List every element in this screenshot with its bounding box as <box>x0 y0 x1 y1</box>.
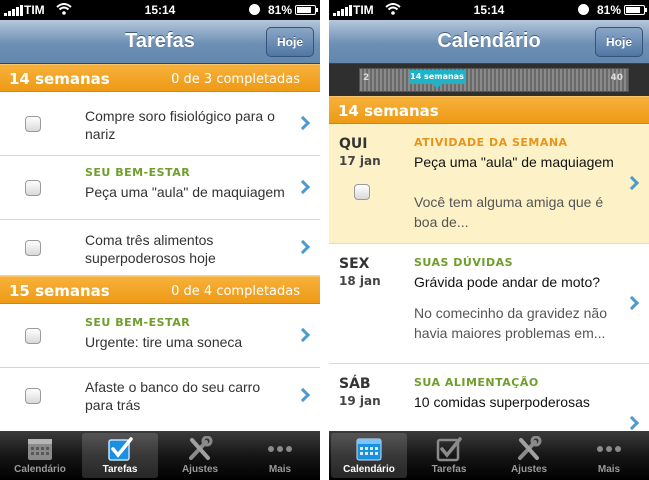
task-text: Urgente: tire uma soneca <box>85 334 243 350</box>
calendario-screen: TIM 15:14 81% Calendário Hoje 2 40 14 se… <box>329 0 649 480</box>
tab-ajustes[interactable]: Ajustes <box>162 433 238 478</box>
battery-percent: 81% <box>267 3 292 17</box>
checkbox-icon <box>435 436 463 462</box>
calendar-day-row[interactable]: SÁB 19 jan SUA ALIMENTAÇÃO 10 comidas su… <box>329 364 649 434</box>
day-category: SUA ALIMENTAÇÃO <box>414 376 539 389</box>
week-label: 14 semanas <box>338 102 439 120</box>
more-icon <box>595 436 623 462</box>
week-section-header: 14 semanas <box>329 96 649 124</box>
navigation-bar: Calendário Hoje <box>329 20 649 64</box>
day-title: 10 comidas superpoderosas <box>414 394 590 410</box>
tab-bar: Calendário Tarefas Ajustes Mais <box>329 431 649 480</box>
task-row[interactable]: Afaste o banco do seu carro para trás <box>0 368 320 428</box>
tools-icon <box>515 435 543 462</box>
day-title: Grávida pode andar de moto? <box>414 274 601 290</box>
day-date: 17 jan <box>339 154 381 168</box>
tab-label: Tarefas <box>102 464 138 475</box>
task-checkbox[interactable] <box>25 388 41 404</box>
calendar-icon <box>355 436 383 462</box>
tab-tarefas[interactable]: Tarefas <box>82 433 158 478</box>
tab-label: Ajustes <box>181 464 219 475</box>
chevron-right-icon <box>295 239 311 255</box>
day-weekday: QUI <box>339 136 368 152</box>
more-icon <box>266 436 294 462</box>
task-category: SEU BEM-ESTAR <box>85 166 191 179</box>
tab-tarefas[interactable]: Tarefas <box>411 433 487 478</box>
task-checkbox[interactable] <box>25 328 41 344</box>
tab-mais[interactable]: Mais <box>571 433 647 478</box>
chevron-right-icon <box>624 175 640 191</box>
day-category: SUAS DÚVIDAS <box>414 256 514 269</box>
week-timeline[interactable]: 2 40 14 semanas <box>329 64 649 96</box>
status-bar: TIM 15:14 81% <box>329 0 649 20</box>
tab-label: Tarefas <box>431 464 467 475</box>
tab-bar: Calendário Tarefas Ajustes Mais <box>0 431 320 480</box>
day-description: Você tem alguma amiga que é boa de... <box>414 194 604 230</box>
completion-count: 0 de 4 completadas <box>171 284 300 299</box>
task-text: Coma três alimentos superpoderosos hoje <box>85 232 216 266</box>
today-button[interactable]: Hoje <box>266 27 314 57</box>
week-label: 14 semanas <box>9 70 110 88</box>
navigation-bar: Tarefas Hoje <box>0 20 320 64</box>
day-date: 19 jan <box>339 394 381 408</box>
tab-label: Mais <box>597 464 621 475</box>
calendar-icon <box>26 436 54 462</box>
timeline-current-marker[interactable]: 14 semanas <box>409 70 465 89</box>
calendar-day-row[interactable]: QUI 17 jan ATIVIDADE DA SEMANA Peça uma … <box>329 124 649 244</box>
tarefas-screen: TIM 15:14 81% Tarefas Hoje 14 semanas 0 … <box>0 0 320 480</box>
task-row[interactable]: SEU BEM-ESTAR Urgente: tire uma soneca <box>0 304 320 368</box>
completion-count: 0 de 3 completadas <box>171 72 300 87</box>
chevron-right-icon <box>295 115 311 131</box>
timeline-track[interactable] <box>359 68 629 92</box>
battery-percent: 81% <box>596 3 621 17</box>
today-button[interactable]: Hoje <box>595 27 643 57</box>
task-checkbox[interactable] <box>25 240 41 256</box>
task-text: Peça uma "aula" de maquiagem <box>85 184 285 200</box>
task-text: Compre soro fisiológico para o nariz <box>85 108 275 142</box>
timeline-max: 40 <box>610 73 623 83</box>
task-category: SEU BEM-ESTAR <box>85 316 191 329</box>
tab-label: Calendário <box>343 464 395 475</box>
task-row[interactable]: Compre soro fisiológico para o nariz <box>0 92 320 156</box>
chevron-right-icon <box>295 327 311 343</box>
clock-icon <box>249 4 260 15</box>
tab-calendario[interactable]: Calendário <box>2 433 78 478</box>
task-row[interactable]: SEU BEM-ESTAR Peça uma "aula" de maquiag… <box>0 156 320 220</box>
task-checkbox[interactable] <box>25 180 41 196</box>
calendar-day-row[interactable]: SEX 18 jan SUAS DÚVIDAS Grávida pode and… <box>329 244 649 364</box>
battery-icon <box>624 5 647 15</box>
tab-label: Ajustes <box>510 464 548 475</box>
chevron-right-icon <box>295 387 311 403</box>
chevron-right-icon <box>295 179 311 195</box>
day-weekday: SEX <box>339 256 370 272</box>
day-description: No comecinho da gravidez não havia maior… <box>414 305 608 341</box>
status-bar: TIM 15:14 81% <box>0 0 320 20</box>
week-label: 15 semanas <box>9 282 110 300</box>
battery-icon <box>295 5 318 15</box>
chevron-right-icon <box>624 295 640 311</box>
checkbox-icon <box>106 436 134 462</box>
tab-label: Calendário <box>14 464 66 475</box>
timeline-min: 2 <box>363 73 370 83</box>
tab-ajustes[interactable]: Ajustes <box>491 433 567 478</box>
day-title: Peça uma "aula" de maquiagem <box>414 154 614 170</box>
tab-label: Mais <box>268 464 292 475</box>
task-text: Afaste o banco do seu carro para trás <box>85 379 261 413</box>
day-date: 18 jan <box>339 274 381 288</box>
task-checkbox[interactable] <box>25 116 41 132</box>
tab-mais[interactable]: Mais <box>242 433 318 478</box>
week-section-header: 15 semanas 0 de 4 completadas <box>0 276 320 304</box>
chevron-right-icon <box>624 415 640 431</box>
tools-icon <box>186 435 214 462</box>
task-row[interactable]: Coma três alimentos superpoderosos hoje <box>0 220 320 276</box>
day-weekday: SÁB <box>339 376 371 392</box>
activity-checkbox[interactable] <box>354 184 370 200</box>
tab-calendario[interactable]: Calendário <box>331 433 407 478</box>
day-category: ATIVIDADE DA SEMANA <box>414 136 568 149</box>
week-section-header: 14 semanas 0 de 3 completadas <box>0 64 320 92</box>
clock-icon <box>578 4 589 15</box>
